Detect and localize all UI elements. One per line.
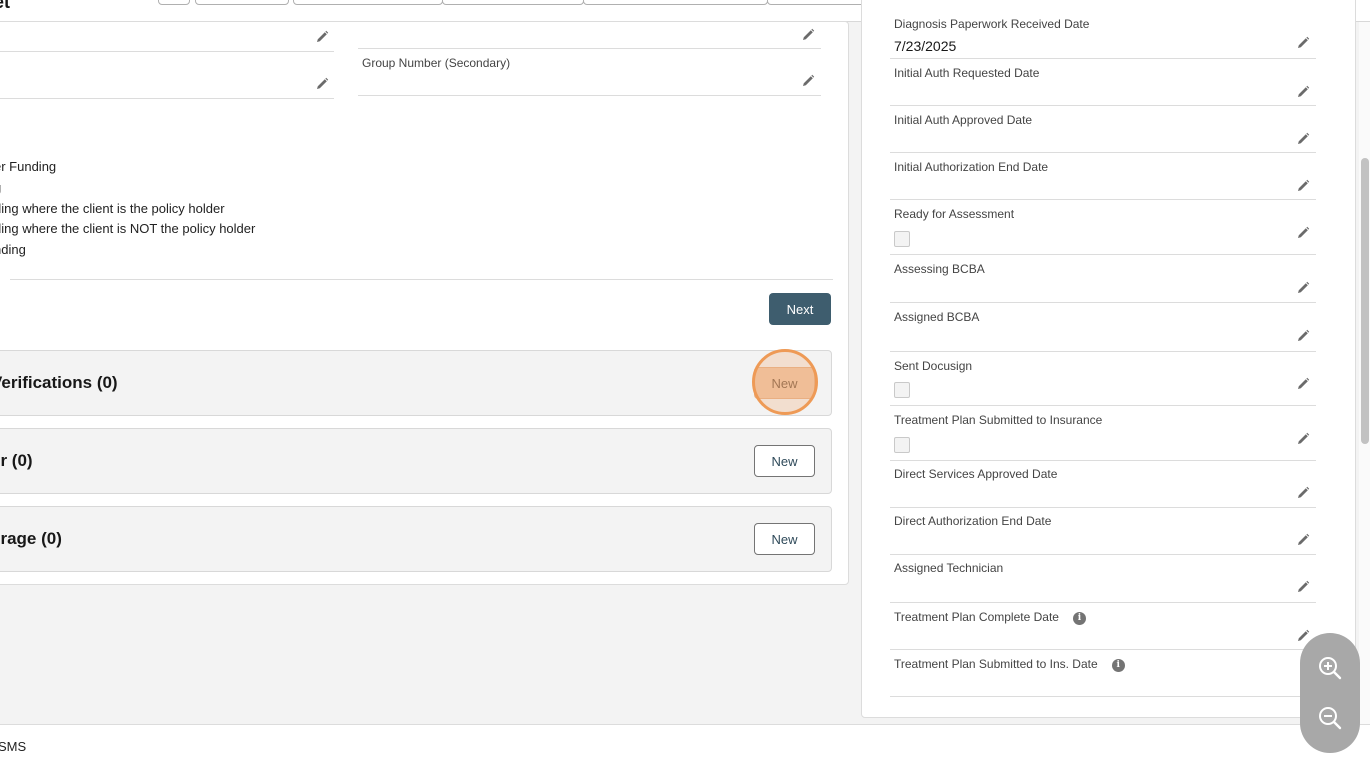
ready-for-assessment-checkbox[interactable] (894, 231, 910, 247)
new-verification-button[interactable]: New (754, 367, 815, 399)
pencil-icon[interactable] (1296, 486, 1310, 500)
field-label-text: Treatment Plan Complete Date (894, 610, 1059, 624)
direct-services-approved-date-field[interactable]: Direct Services Approved Date (890, 461, 1316, 508)
field-label: Direct Services Approved Date (894, 467, 1058, 481)
zoom-controls (1300, 633, 1360, 753)
new-record-button[interactable]: New (754, 445, 815, 477)
funding-option: ding where the client is NOT the policy … (0, 221, 256, 237)
zoom-in-icon[interactable] (1315, 653, 1345, 683)
treatment-plan-submitted-checkbox[interactable] (894, 437, 910, 453)
field-value: 7/23/2025 (894, 38, 957, 54)
info-icon[interactable]: i (1111, 659, 1125, 672)
page-scrollbar-thumb[interactable] (1361, 158, 1369, 444)
initial-auth-requested-date-field[interactable]: Initial Auth Requested Date (890, 59, 1316, 106)
pencil-icon[interactable] (1296, 226, 1310, 240)
sent-docusign-field[interactable]: Sent Docusign (890, 352, 1316, 406)
field-label: Treatment Plan Complete Date i (894, 610, 1086, 625)
pencil-icon[interactable] (1296, 281, 1310, 295)
policy-field-primary-2[interactable] (0, 52, 334, 99)
zoom-out-icon[interactable] (1315, 703, 1345, 733)
field-label: Assigned BCBA (894, 310, 980, 324)
info-icon[interactable]: i (1072, 612, 1086, 625)
pencil-icon[interactable] (1296, 179, 1310, 193)
initial-authorization-end-date-field[interactable]: Initial Authorization End Date (890, 153, 1316, 200)
field-label: Direct Authorization End Date (894, 514, 1052, 528)
group-number-secondary-label: Group Number (Secondary) (362, 56, 511, 70)
direct-authorization-end-date-field[interactable]: Direct Authorization End Date (890, 508, 1316, 555)
field-label: Assigned Technician (894, 561, 1004, 575)
pencil-icon[interactable] (1296, 36, 1310, 50)
field-label: Initial Auth Approved Date (894, 113, 1033, 127)
funding-option: er Funding (0, 159, 57, 174)
header-path-step[interactable] (442, 0, 584, 5)
header-path-step[interactable] (195, 0, 289, 5)
pencil-icon[interactable] (1296, 85, 1310, 99)
header-path-step[interactable] (583, 0, 768, 5)
related-list-title[interactable]: er (0) (0, 451, 33, 471)
pencil-icon[interactable] (315, 77, 329, 91)
next-button[interactable]: Next (769, 293, 831, 325)
treatment-plan-complete-date-field[interactable]: Treatment Plan Complete Date i (890, 603, 1316, 650)
ready-for-assessment-field[interactable]: Ready for Assessment (890, 200, 1316, 255)
related-list-title[interactable]: erage (0) (0, 529, 62, 549)
related-list-verifications: Verifications (0) New (0, 350, 832, 416)
record-details-panel (0, 21, 849, 585)
header-path-step[interactable] (293, 0, 443, 5)
pencil-icon[interactable] (1296, 432, 1310, 446)
field-label: Ready for Assessment (894, 207, 1015, 221)
field-label: Initial Authorization End Date (894, 160, 1049, 174)
diagnosis-paperwork-received-date-field[interactable]: Diagnosis Paperwork Received Date 7/23/2… (890, 12, 1316, 59)
pencil-icon[interactable] (315, 30, 329, 44)
pencil-icon[interactable] (1296, 580, 1310, 594)
field-label: Treatment Plan Submitted to Insurance (894, 413, 1103, 427)
funding-options-list: er Funding g ding where the client is th… (0, 157, 255, 261)
funding-option: nding (0, 242, 26, 258)
related-list-3: erage (0) New (0, 506, 832, 572)
pencil-icon[interactable] (801, 74, 815, 88)
field-label: Assessing BCBA (894, 262, 985, 276)
funding-option: ding where the client is the policy hold… (0, 200, 225, 216)
related-list-title[interactable]: Verifications (0) (0, 373, 118, 393)
assigned-technician-field[interactable]: Assigned Technician (890, 555, 1316, 603)
footer-item[interactable]: SMS (0, 739, 26, 754)
assigned-bcba-field[interactable]: Assigned BCBA (890, 303, 1316, 352)
policy-field-secondary[interactable] (358, 22, 821, 49)
header-path-step[interactable] (158, 0, 190, 5)
field-label-text: Treatment Plan Submitted to Ins. Date (894, 657, 1098, 671)
field-label: Diagnosis Paperwork Received Date (894, 17, 1090, 31)
section-divider (10, 279, 833, 280)
treatment-plan-submitted-to-insurance-field[interactable]: Treatment Plan Submitted to Insurance (890, 406, 1316, 461)
initial-auth-approved-date-field[interactable]: Initial Auth Approved Date (890, 106, 1316, 153)
pencil-icon[interactable] (1296, 132, 1310, 146)
policy-field-primary[interactable] (0, 22, 334, 52)
related-list-2: er (0) New (0, 428, 832, 494)
field-label: Sent Docusign (894, 359, 973, 373)
pencil-icon[interactable] (1296, 329, 1310, 343)
sent-docusign-checkbox[interactable] (894, 382, 910, 398)
field-label: Treatment Plan Submitted to Ins. Date i (894, 657, 1125, 672)
new-record-button[interactable]: New (754, 523, 815, 555)
treatment-plan-submitted-to-ins-date-field[interactable]: Treatment Plan Submitted to Ins. Date i (890, 650, 1316, 697)
page-title: et (0, 0, 11, 12)
field-label: Initial Auth Requested Date (894, 66, 1040, 80)
pencil-icon[interactable] (1296, 377, 1310, 391)
header-path-step[interactable] (767, 0, 865, 5)
funding-option: g (0, 178, 255, 199)
pencil-icon[interactable] (1296, 533, 1310, 547)
utility-footer: SMS (0, 724, 1370, 764)
pencil-icon[interactable] (801, 28, 815, 42)
assessing-bcba-field[interactable]: Assessing BCBA (890, 255, 1316, 303)
